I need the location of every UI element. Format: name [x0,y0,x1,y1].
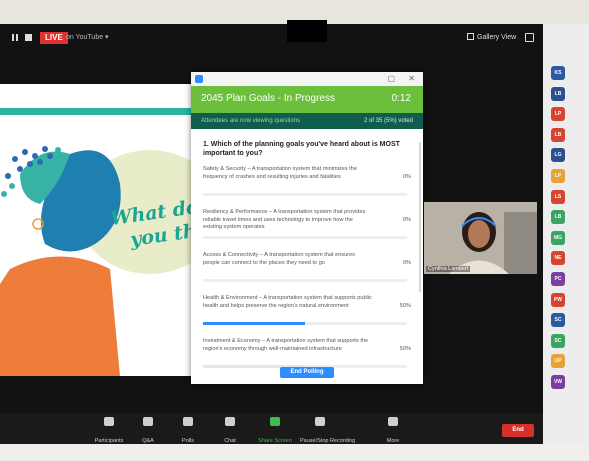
fullscreen-icon[interactable] [525,33,534,42]
stop-icon[interactable] [25,34,32,41]
poll-option-percent: 50% [399,303,411,309]
share-screen-icon [270,417,280,426]
zoom-logo-icon [195,75,203,83]
poll-option-text: Investment & Economy – A transportation … [203,338,369,352]
toolbar-more-button[interactable]: More [373,417,413,447]
more-icon [388,417,398,426]
poll-option: Resiliency & Performance – A transportat… [203,209,411,252]
poll-option: Health & Environment – A transportation … [203,295,411,338]
toolbar-recording-button[interactable]: Pause/Stop Recording [300,417,355,447]
toolbar-label: Q&A [142,438,154,444]
toolbar-polls-button[interactable]: Polls [168,417,208,447]
participant-avatar[interactable]: NE [551,251,565,266]
poll-option-percent: 0% [402,217,411,223]
toolbar-share-screen-button[interactable]: Share Screen [255,417,295,447]
polls-icon [183,417,193,426]
poll-option-percent: 0% [402,174,411,180]
poll-status-text: Attendees are now viewing questions [201,118,301,124]
poll-title: 2045 Plan Goals - In Progress [201,93,335,104]
poll-option-bar-fill [203,322,305,325]
participant-avatar[interactable]: KS [551,66,565,80]
participant-avatar[interactable]: LB [551,210,565,225]
poll-option-percent: 0% [402,260,411,266]
gallery-view-button[interactable]: Gallery View [467,33,516,43]
poll-timer: 0:12 [391,93,411,104]
pause-icon[interactable] [12,34,18,41]
poll-option: Safety & Security – A transportation sys… [203,166,411,209]
qa-icon [143,417,153,426]
toolbar-label: Participants [94,438,124,444]
participant-avatar[interactable]: SC [551,313,565,328]
grid-icon [467,33,474,40]
poll-option-text: Health & Environment – A transportation … [203,295,372,309]
participant-avatar[interactable]: VW [551,374,565,389]
poll-window: ▢ ✕ 2045 Plan Goals - In Progress 0:12 A… [191,72,423,384]
zoom-top-bar: LIVE on YouTube ▾ Gallery View [0,28,543,48]
end-polling-button[interactable]: End Polling [280,367,334,378]
toolbar-qa-button[interactable]: Q&A [128,417,168,447]
poll-option-bar [203,322,407,325]
participant-avatar[interactable]: LB [551,86,565,101]
speaker-name: Cynthia Lambert [426,266,471,272]
speaker-video[interactable]: Cynthia Lambert [424,202,537,274]
recording-icon [315,417,325,426]
poll-body: 1. Which of the planning goals you've he… [191,130,423,368]
poll-vote-count: 2 of 35 (5%) voted [363,118,413,124]
poll-scrollbar[interactable] [419,142,421,292]
chat-icon [225,417,235,426]
poll-option-bar [203,279,407,282]
speaker-image [424,202,537,274]
poll-window-chrome: ▢ ✕ [191,72,423,86]
poll-option-text: Resiliency & Performance – A transportat… [203,209,366,230]
poll-option-text: Access & Connectivity – A transportation… [203,252,356,266]
participant-avatar[interactable]: MG [551,230,565,245]
participant-avatar[interactable]: UP [551,354,565,369]
participant-avatar[interactable]: PW [551,292,565,307]
meeting-toolbar: Participants Q&A Polls Chat Share Screen Paus… [0,413,543,444]
toolbar-participants-button[interactable]: Participants [89,417,129,447]
poll-option-bar [203,236,407,239]
toolbar-label: Pause/Stop Recording [300,438,356,444]
restore-icon[interactable]: ▢ [387,74,395,83]
poll-header: 2045 Plan Goals - In Progress 0:12 [191,86,423,113]
toolbar-label: Polls [182,438,194,444]
toolbar-label: More [386,438,400,444]
poll-options: Safety & Security – A transportation sys… [203,166,411,381]
poll-question: 1. Which of the planning goals you've he… [203,141,400,157]
poll-option-text: Safety & Security – A transportation sys… [203,166,357,180]
participant-avatar[interactable]: LG [551,148,565,163]
participant-avatar[interactable]: PC [551,271,565,286]
participant-avatar[interactable]: LS [551,189,565,204]
participant-avatar[interactable]: LB [551,127,565,142]
toolbar-label: Chat [224,438,236,444]
live-badge[interactable]: LIVE [40,32,68,44]
poll-option: Access & Connectivity – A transportation… [203,252,411,295]
poll-status-bar: Attendees are now viewing questions 2 of… [191,113,423,129]
poll-option-percent: 50% [399,346,411,352]
end-meeting-button[interactable]: End [502,424,534,437]
participant-avatar[interactable]: LP [551,107,565,122]
toolbar-label: Share Screen [258,438,292,444]
camera-notch [287,20,327,42]
participants-icon [104,417,114,426]
poll-option-bar [203,193,407,196]
close-icon[interactable]: ✕ [408,74,415,83]
participant-avatar[interactable]: LP [551,168,565,183]
participant-list: KS LB LP LB LG LP LS LB MG NE PC PW SC SC UP VW [551,66,573,396]
toolbar-chat-button[interactable]: Chat [210,417,250,447]
participant-avatar[interactable]: SC [551,333,565,348]
stream-destination[interactable]: on YouTube ▾ [66,33,109,41]
